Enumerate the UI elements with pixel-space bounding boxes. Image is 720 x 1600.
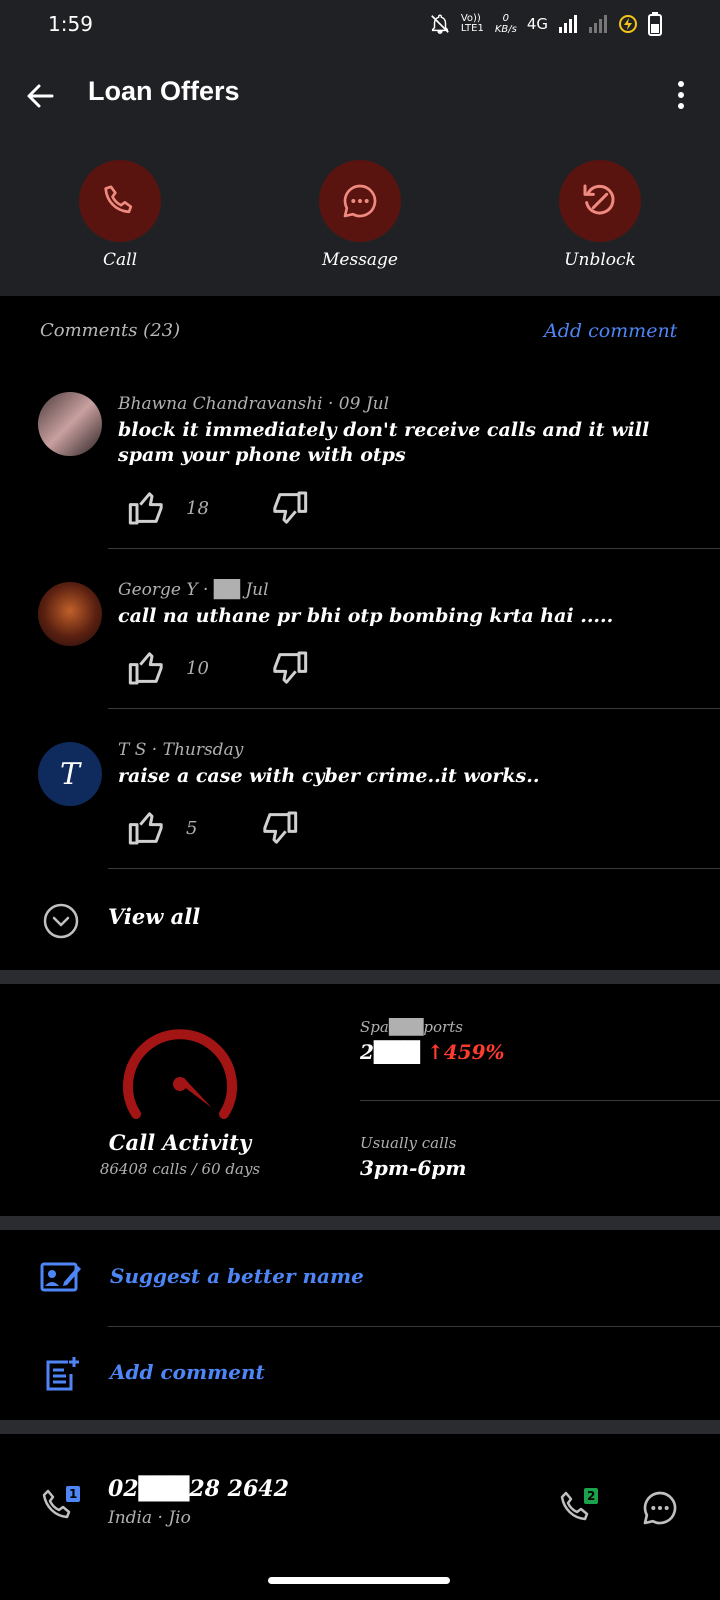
comments-title: Comments (23): [40, 320, 181, 341]
dislike-button[interactable]: [268, 488, 312, 530]
message-number-button[interactable]: [640, 1488, 680, 1528]
thumbs-up-icon: [128, 812, 163, 845]
spam-reports-label: Spa███ports: [360, 1018, 463, 1036]
edit-name-icon: [40, 1262, 81, 1292]
phone-sim2-icon: [560, 1488, 598, 1521]
add-comment-link-bottom[interactable]: Add comment: [110, 1360, 265, 1384]
usually-calls-value: 3pm-6pm: [360, 1156, 467, 1180]
add-comment-link[interactable]: Add comment: [544, 320, 677, 342]
call-sim1-button[interactable]: 1: [40, 1484, 84, 1528]
message-button[interactable]: Message: [295, 160, 425, 270]
comment-meta: Bhawna Chandravanshi · 09 Jul: [118, 394, 390, 414]
thumbs-up-icon: [128, 492, 163, 525]
chevron-down-circle-icon: [43, 903, 79, 939]
like-button[interactable]: [126, 648, 170, 690]
back-arrow-icon: [27, 84, 54, 108]
comment-meta: T S · Thursday: [118, 740, 244, 760]
divider: [108, 548, 720, 549]
more-vert-icon: [678, 81, 684, 109]
view-all-label[interactable]: View all: [108, 904, 200, 929]
spam-reports-row: 2███ ↑459%: [360, 1040, 505, 1064]
thumbs-down-icon: [273, 491, 308, 524]
spam-reports-value: 2███: [360, 1040, 421, 1064]
phone-icon: [104, 185, 133, 214]
view-all-button[interactable]: [42, 902, 80, 940]
like-button[interactable]: [126, 488, 170, 530]
call-label: Call: [102, 250, 138, 270]
usually-calls-label: Usually calls: [360, 1134, 457, 1152]
avatar: T: [38, 742, 102, 806]
spam-change: ↑459%: [427, 1040, 505, 1064]
divider: [108, 1326, 720, 1327]
message-label: Message: [322, 250, 398, 270]
unblock-icon: [583, 184, 615, 215]
page-title: Loan Offers: [88, 76, 240, 106]
status-icons: Vo)) LTE1 0 KB/s 4G: [429, 12, 662, 36]
comment-meta: George Y · ██ Jul: [118, 580, 269, 600]
section-separator: [0, 970, 720, 984]
like-count: 10: [186, 658, 209, 679]
comment-text: raise a case with cyber crime..it works.…: [118, 765, 540, 787]
network-type: 4G: [526, 15, 548, 33]
thumbs-down-icon: [273, 651, 308, 684]
section-separator: [0, 1216, 720, 1230]
add-note-icon: [46, 1357, 79, 1391]
avatar-letter: T: [59, 756, 80, 792]
dislike-button[interactable]: [258, 808, 302, 850]
battery-saver-icon: [619, 15, 637, 33]
signal-weak-icon: [589, 15, 607, 33]
home-indicator[interactable]: [268, 1577, 450, 1584]
sim2-badge: 2: [587, 1489, 596, 1503]
volte-icon: Vo)) LTE1: [460, 13, 484, 34]
thumbs-down-icon: [263, 811, 298, 844]
divider: [108, 708, 720, 709]
thumbs-up-icon: [128, 652, 163, 685]
unblock-button[interactable]: Unblock: [535, 160, 665, 270]
like-count: 18: [186, 498, 209, 519]
like-count: 5: [186, 818, 198, 839]
back-button[interactable]: [22, 76, 62, 116]
comment-text: block it immediately don't receive calls…: [118, 419, 650, 466]
gauge-icon: [123, 1029, 237, 1119]
sim1-badge: 1: [69, 1487, 78, 1501]
carrier-info: India · Jio: [108, 1508, 191, 1528]
chat-bubble-icon: [643, 1491, 677, 1525]
status-time: 1:59: [48, 12, 93, 36]
add-comment-button[interactable]: [44, 1356, 80, 1392]
signal-icon: [559, 15, 577, 33]
battery-icon: [648, 12, 662, 36]
unblock-label: Unblock: [564, 250, 636, 270]
phone-sim1-icon: [42, 1486, 80, 1519]
dislike-button[interactable]: [268, 648, 312, 690]
mute-bell-icon: [430, 14, 449, 34]
avatar: [38, 582, 102, 646]
call-button[interactable]: Call: [55, 160, 185, 270]
like-button[interactable]: [126, 808, 170, 850]
comment-text: call na uthane pr bhi otp bombing krta h…: [118, 605, 614, 627]
call-activity-title: Call Activity: [108, 1130, 252, 1155]
chat-bubble-icon: [343, 184, 377, 218]
divider: [108, 868, 720, 869]
suggest-name-button[interactable]: [40, 1258, 82, 1296]
call-sim2-button[interactable]: 2: [558, 1486, 602, 1530]
phone-number: 02███28 2642: [108, 1476, 289, 1502]
avatar: [38, 392, 102, 456]
section-separator: [0, 1420, 720, 1434]
call-activity-subtitle: 86408 calls / 60 days: [99, 1160, 261, 1178]
divider: [360, 1100, 720, 1101]
suggest-name-link[interactable]: Suggest a better name: [110, 1264, 364, 1288]
network-speed: 0 KB/s: [494, 13, 517, 35]
more-options-button[interactable]: [664, 78, 698, 112]
